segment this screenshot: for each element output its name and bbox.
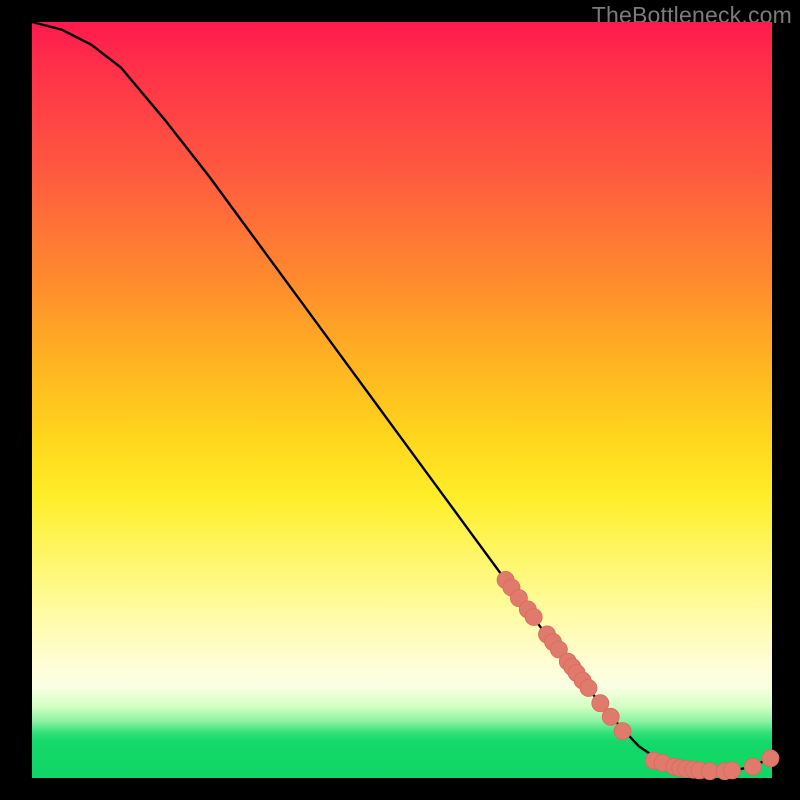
chart-marker [580,680,597,697]
chart-marker [762,750,779,767]
chart-curve [32,22,772,772]
chart-marker [614,723,631,740]
figure-root: TheBottleneck.com [0,0,800,800]
plot-area [32,22,772,778]
chart-marker [724,762,741,779]
chart-marker [602,708,619,725]
chart-marker [744,758,761,775]
chart-marker [525,609,542,626]
chart-markers [497,571,779,779]
chart-overlay [32,22,772,778]
